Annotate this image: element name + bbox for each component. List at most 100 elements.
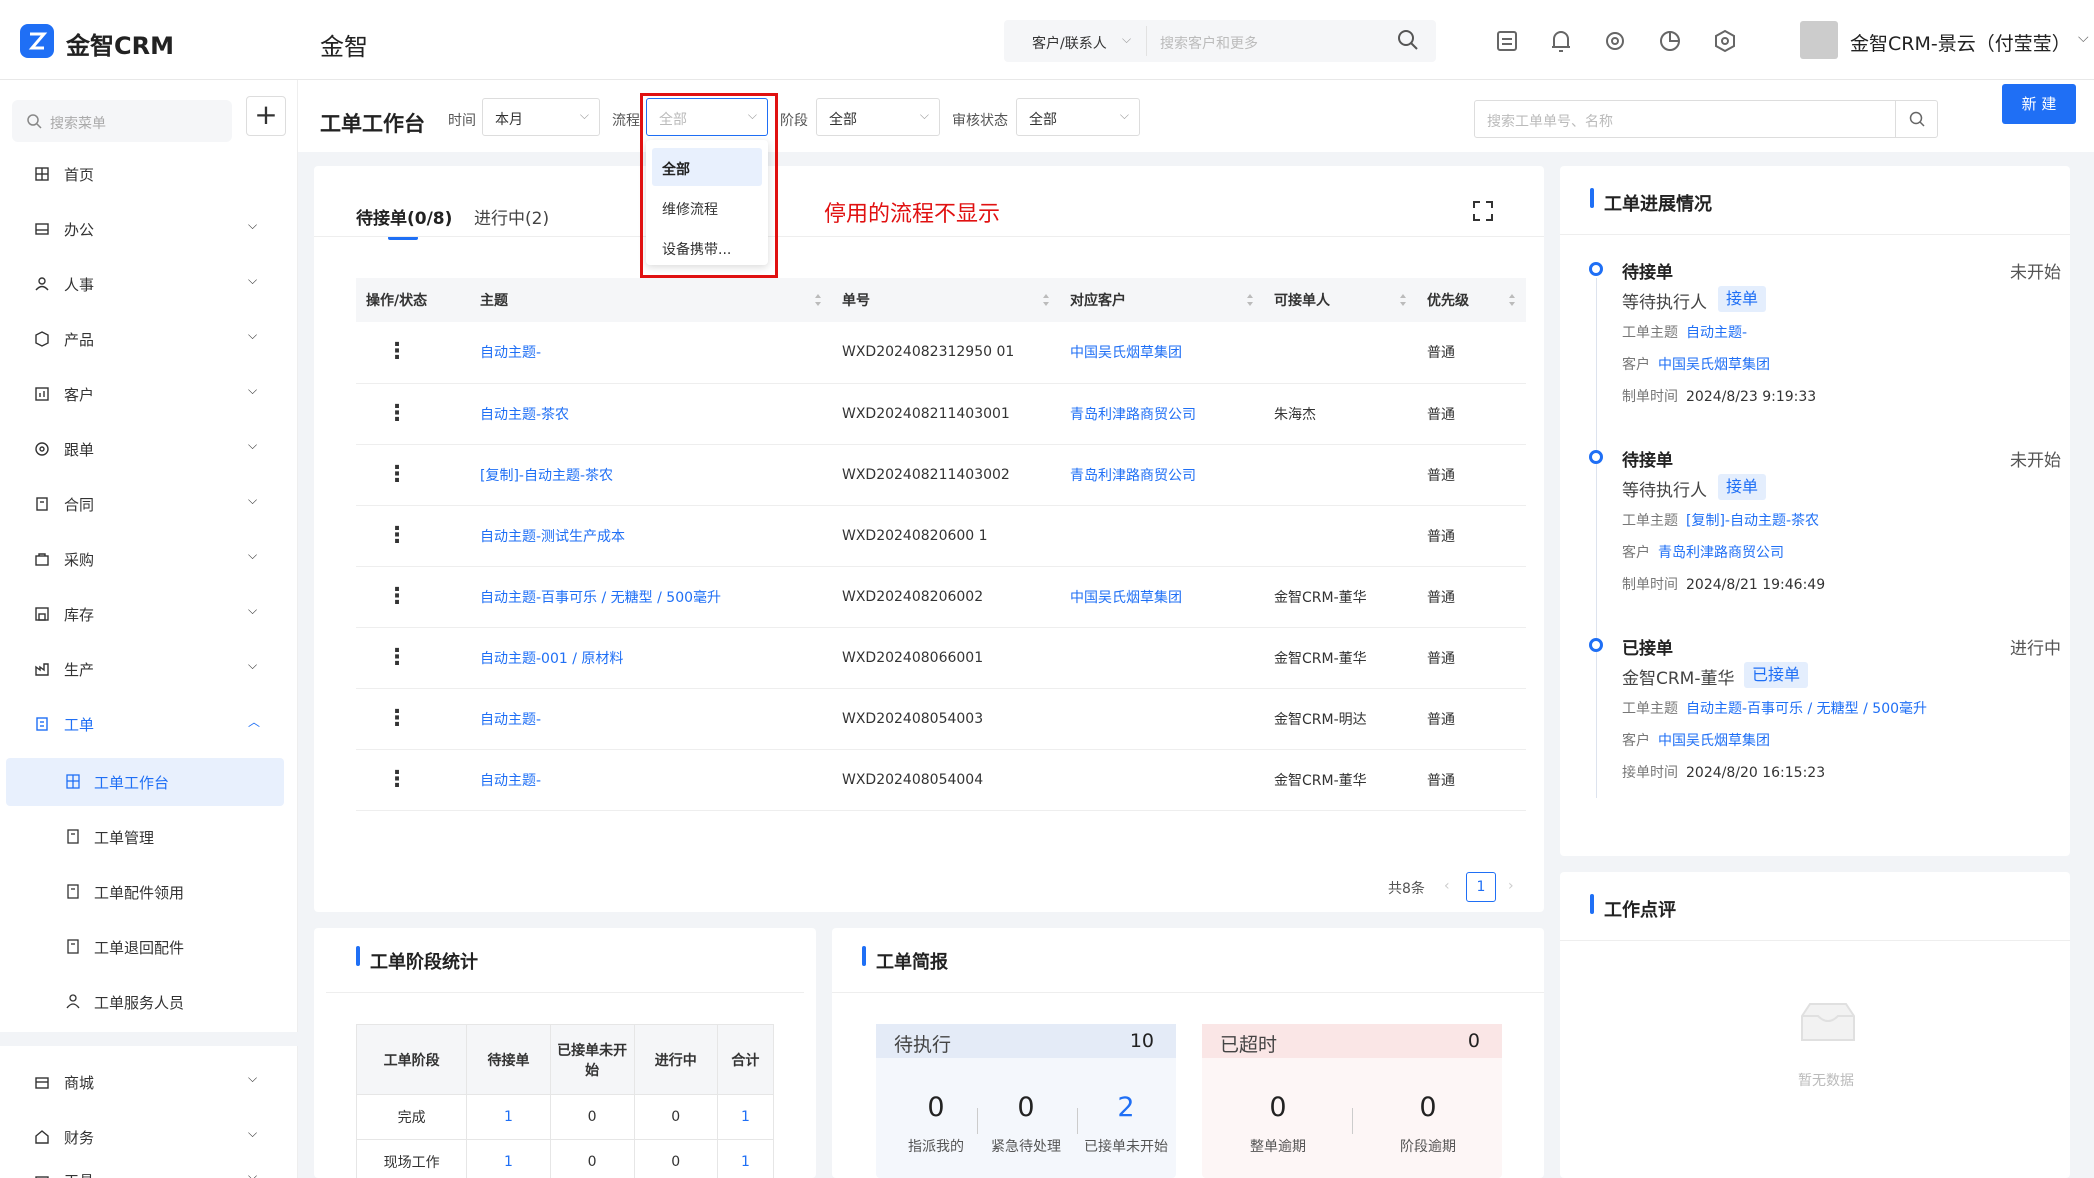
assignee — [1264, 444, 1417, 506]
customer-link[interactable] — [1060, 627, 1264, 689]
subject-link[interactable]: 自动主题-茶农 — [470, 383, 832, 445]
timeline-dot — [1589, 638, 1603, 652]
workorder-search-input[interactable]: 搜索工单单号、名称 — [1487, 111, 1613, 131]
chevron-down-icon: ⌵ — [248, 1071, 258, 1085]
stage-select[interactable]: 全部 ⌵ — [816, 98, 940, 136]
more-vertical-icon[interactable]: ⋮ — [366, 767, 408, 792]
customer-link[interactable]: 青岛利津路商贸公司 — [1060, 383, 1264, 445]
sidebar-item-inventory[interactable]: 库存 ⌵ — [0, 594, 298, 634]
column-header[interactable]: 对应客户 — [1060, 278, 1264, 322]
subject-link[interactable]: 自动主题-001 / 原材料 — [470, 627, 832, 689]
sidebar-subitem-manage[interactable]: 工单管理 — [6, 813, 284, 861]
sidebar-item-workorder[interactable]: 工单 ︿ — [0, 704, 298, 744]
subject-link[interactable]: 自动主题- — [470, 322, 832, 384]
chevron-down-icon: ⌵ — [248, 1126, 258, 1140]
table-row[interactable]: ⋮ 自动主题-001 / 原材料 WXD202408066001 金智CRM-董华 普通 — [356, 627, 1526, 689]
sidebar-item-home[interactable]: 首页 — [0, 154, 298, 194]
chevron-down-icon: ⌵ — [1122, 32, 1132, 46]
timeline-dot — [1589, 450, 1603, 464]
page-number[interactable]: 1 — [1466, 872, 1496, 902]
new-button[interactable]: 新 建 — [2002, 84, 2076, 124]
more-vertical-icon[interactable]: ⋮ — [366, 401, 408, 426]
customer-link[interactable]: 青岛利津路商贸公司 — [1060, 444, 1264, 506]
timeline-status: 未开始 — [2010, 451, 2061, 471]
tab-pending[interactable]: 待接单(0/8) — [356, 204, 452, 229]
subject-link[interactable]: 自动主题-测试生产成本 — [470, 505, 832, 567]
tab-in-progress[interactable]: 进行中(2) — [474, 204, 549, 229]
more-vertical-icon[interactable]: ⋮ — [366, 523, 408, 548]
timeline-customer: 客户 青岛利津路商贸公司 — [1622, 545, 1784, 561]
audit-select[interactable]: 全部 ⌵ — [1016, 98, 1140, 136]
fullscreen-icon[interactable] — [1472, 200, 1494, 222]
table-row[interactable]: ⋮ 自动主题- WXD202408054003 金智CRM-明达 普通 — [356, 688, 1526, 750]
bell-icon[interactable] — [1548, 28, 1574, 54]
subject-link[interactable]: 自动主题-百事可乐 / 无糖型 / 500毫升 — [470, 566, 832, 628]
accept-tag[interactable]: 接单 — [1718, 474, 1767, 500]
sort-icon[interactable] — [1246, 293, 1254, 307]
subject-link[interactable]: 自动主题- — [470, 749, 832, 811]
customer-link[interactable] — [1060, 749, 1264, 811]
document-icon — [66, 884, 80, 899]
search-icon[interactable] — [1396, 28, 1420, 52]
sidebar-subitem-parts-use[interactable]: 工单配件领用 — [6, 868, 284, 916]
more-vertical-icon[interactable]: ⋮ — [366, 706, 408, 731]
search-button[interactable] — [1895, 101, 1937, 137]
table-row[interactable]: ⋮ 自动主题-百事可乐 / 无糖型 / 500毫升 WXD202408206002 中… — [356, 566, 1526, 628]
add-button[interactable]: + — [246, 96, 286, 136]
user-name[interactable]: 金智CRM-景云（付莹莹） — [1850, 29, 2071, 56]
sidebar-item-tools[interactable]: 工具⌵ — [0, 1160, 298, 1178]
more-vertical-icon[interactable]: ⋮ — [366, 462, 408, 487]
sidebar-item-follow[interactable]: 跟单 ⌵ — [0, 429, 298, 469]
table-row[interactable]: ⋮ 自动主题- WXD2024082312950 01 中国吴氏烟草集团 普通 — [356, 322, 1526, 384]
more-vertical-icon[interactable]: ⋮ — [366, 584, 408, 609]
time-select[interactable]: 本月 ⌵ — [482, 98, 600, 136]
sidebar-item-office[interactable]: 办公 ⌵ — [0, 209, 298, 249]
sidebar-item-hr[interactable]: 人事 ⌵ — [0, 264, 298, 304]
table-row[interactable]: ⋮ 自动主题- WXD202408054004 金智CRM-董华 普通 — [356, 749, 1526, 811]
sidebar-item-product[interactable]: 产品 ⌵ — [0, 319, 298, 359]
sidebar-subitem-workbench[interactable]: 工单工作台 — [6, 758, 284, 806]
table-row[interactable]: ⋮ 自动主题-测试生产成本 WXD20240820600 1 普通 — [356, 505, 1526, 567]
sidebar-item-mall[interactable]: 商城 ⌵ — [0, 1062, 298, 1102]
sidebar-item-purchase[interactable]: 采购 ⌵ — [0, 539, 298, 579]
subject-link[interactable]: 自动主题- — [470, 688, 832, 750]
customer-link[interactable] — [1060, 505, 1264, 567]
pie-chart-icon[interactable] — [1657, 28, 1683, 54]
column-header[interactable]: 优先级 — [1417, 278, 1526, 322]
customer-link[interactable]: 中国吴氏烟草集团 — [1060, 566, 1264, 628]
sidebar-item-contract[interactable]: 合同 ⌵ — [0, 484, 298, 524]
sidebar-item-customer[interactable]: 客户 ⌵ — [0, 374, 298, 414]
sidebar-subitem-parts-return[interactable]: 工单退回配件 — [6, 923, 284, 971]
prev-page-icon[interactable]: ‹ — [1444, 878, 1450, 894]
chevron-down-icon[interactable]: ⌵ — [2078, 30, 2089, 46]
global-search-input[interactable]: 搜索客户和更多 — [1160, 33, 1258, 53]
more-vertical-icon[interactable]: ⋮ — [366, 645, 408, 670]
column-header[interactable]: 单号 — [832, 278, 1060, 322]
accept-tag[interactable]: 接单 — [1718, 286, 1767, 312]
avatar[interactable] — [1800, 21, 1838, 59]
message-icon[interactable] — [1494, 28, 1520, 54]
column-header[interactable]: 可接单人 — [1264, 278, 1417, 322]
customer-link[interactable] — [1060, 688, 1264, 750]
workorder-search[interactable]: 搜索工单单号、名称 — [1474, 100, 1938, 138]
cube-icon[interactable] — [1712, 28, 1738, 54]
more-vertical-icon[interactable]: ⋮ — [366, 339, 408, 364]
search-type-select[interactable]: 客户/联系人 — [1032, 33, 1107, 53]
menu-search-input[interactable]: 搜索菜单 — [50, 113, 106, 133]
customer-link[interactable]: 中国吴氏烟草集团 — [1060, 322, 1264, 384]
next-page-icon[interactable]: › — [1508, 878, 1514, 894]
table-row[interactable]: ⋮ [复制]-自动主题-茶农 WXD202408211403002 青岛利津路商贸公司… — [356, 444, 1526, 506]
sort-icon[interactable] — [814, 293, 822, 307]
subject-link[interactable]: [复制]-自动主题-茶农 — [470, 444, 832, 506]
table-row[interactable]: ⋮ 自动主题-茶农 WXD202408211403001 青岛利津路商贸公司 朱海杰 普通 — [356, 383, 1526, 445]
sort-icon[interactable] — [1399, 293, 1407, 307]
sidebar-subitem-service-staff[interactable]: 工单服务人员 — [6, 978, 284, 1026]
gear-icon[interactable] — [1602, 28, 1628, 54]
sidebar-item-production[interactable]: 生产 ⌵ — [0, 649, 298, 689]
column-header[interactable]: 主题 — [470, 278, 832, 322]
sidebar-item-finance[interactable]: 财务 ⌵ — [0, 1117, 298, 1157]
sort-icon[interactable] — [1042, 293, 1050, 307]
pending-count: 10 — [1129, 1030, 1154, 1052]
sort-icon[interactable] — [1508, 293, 1516, 307]
menu-search[interactable]: 搜索菜单 — [12, 100, 232, 142]
